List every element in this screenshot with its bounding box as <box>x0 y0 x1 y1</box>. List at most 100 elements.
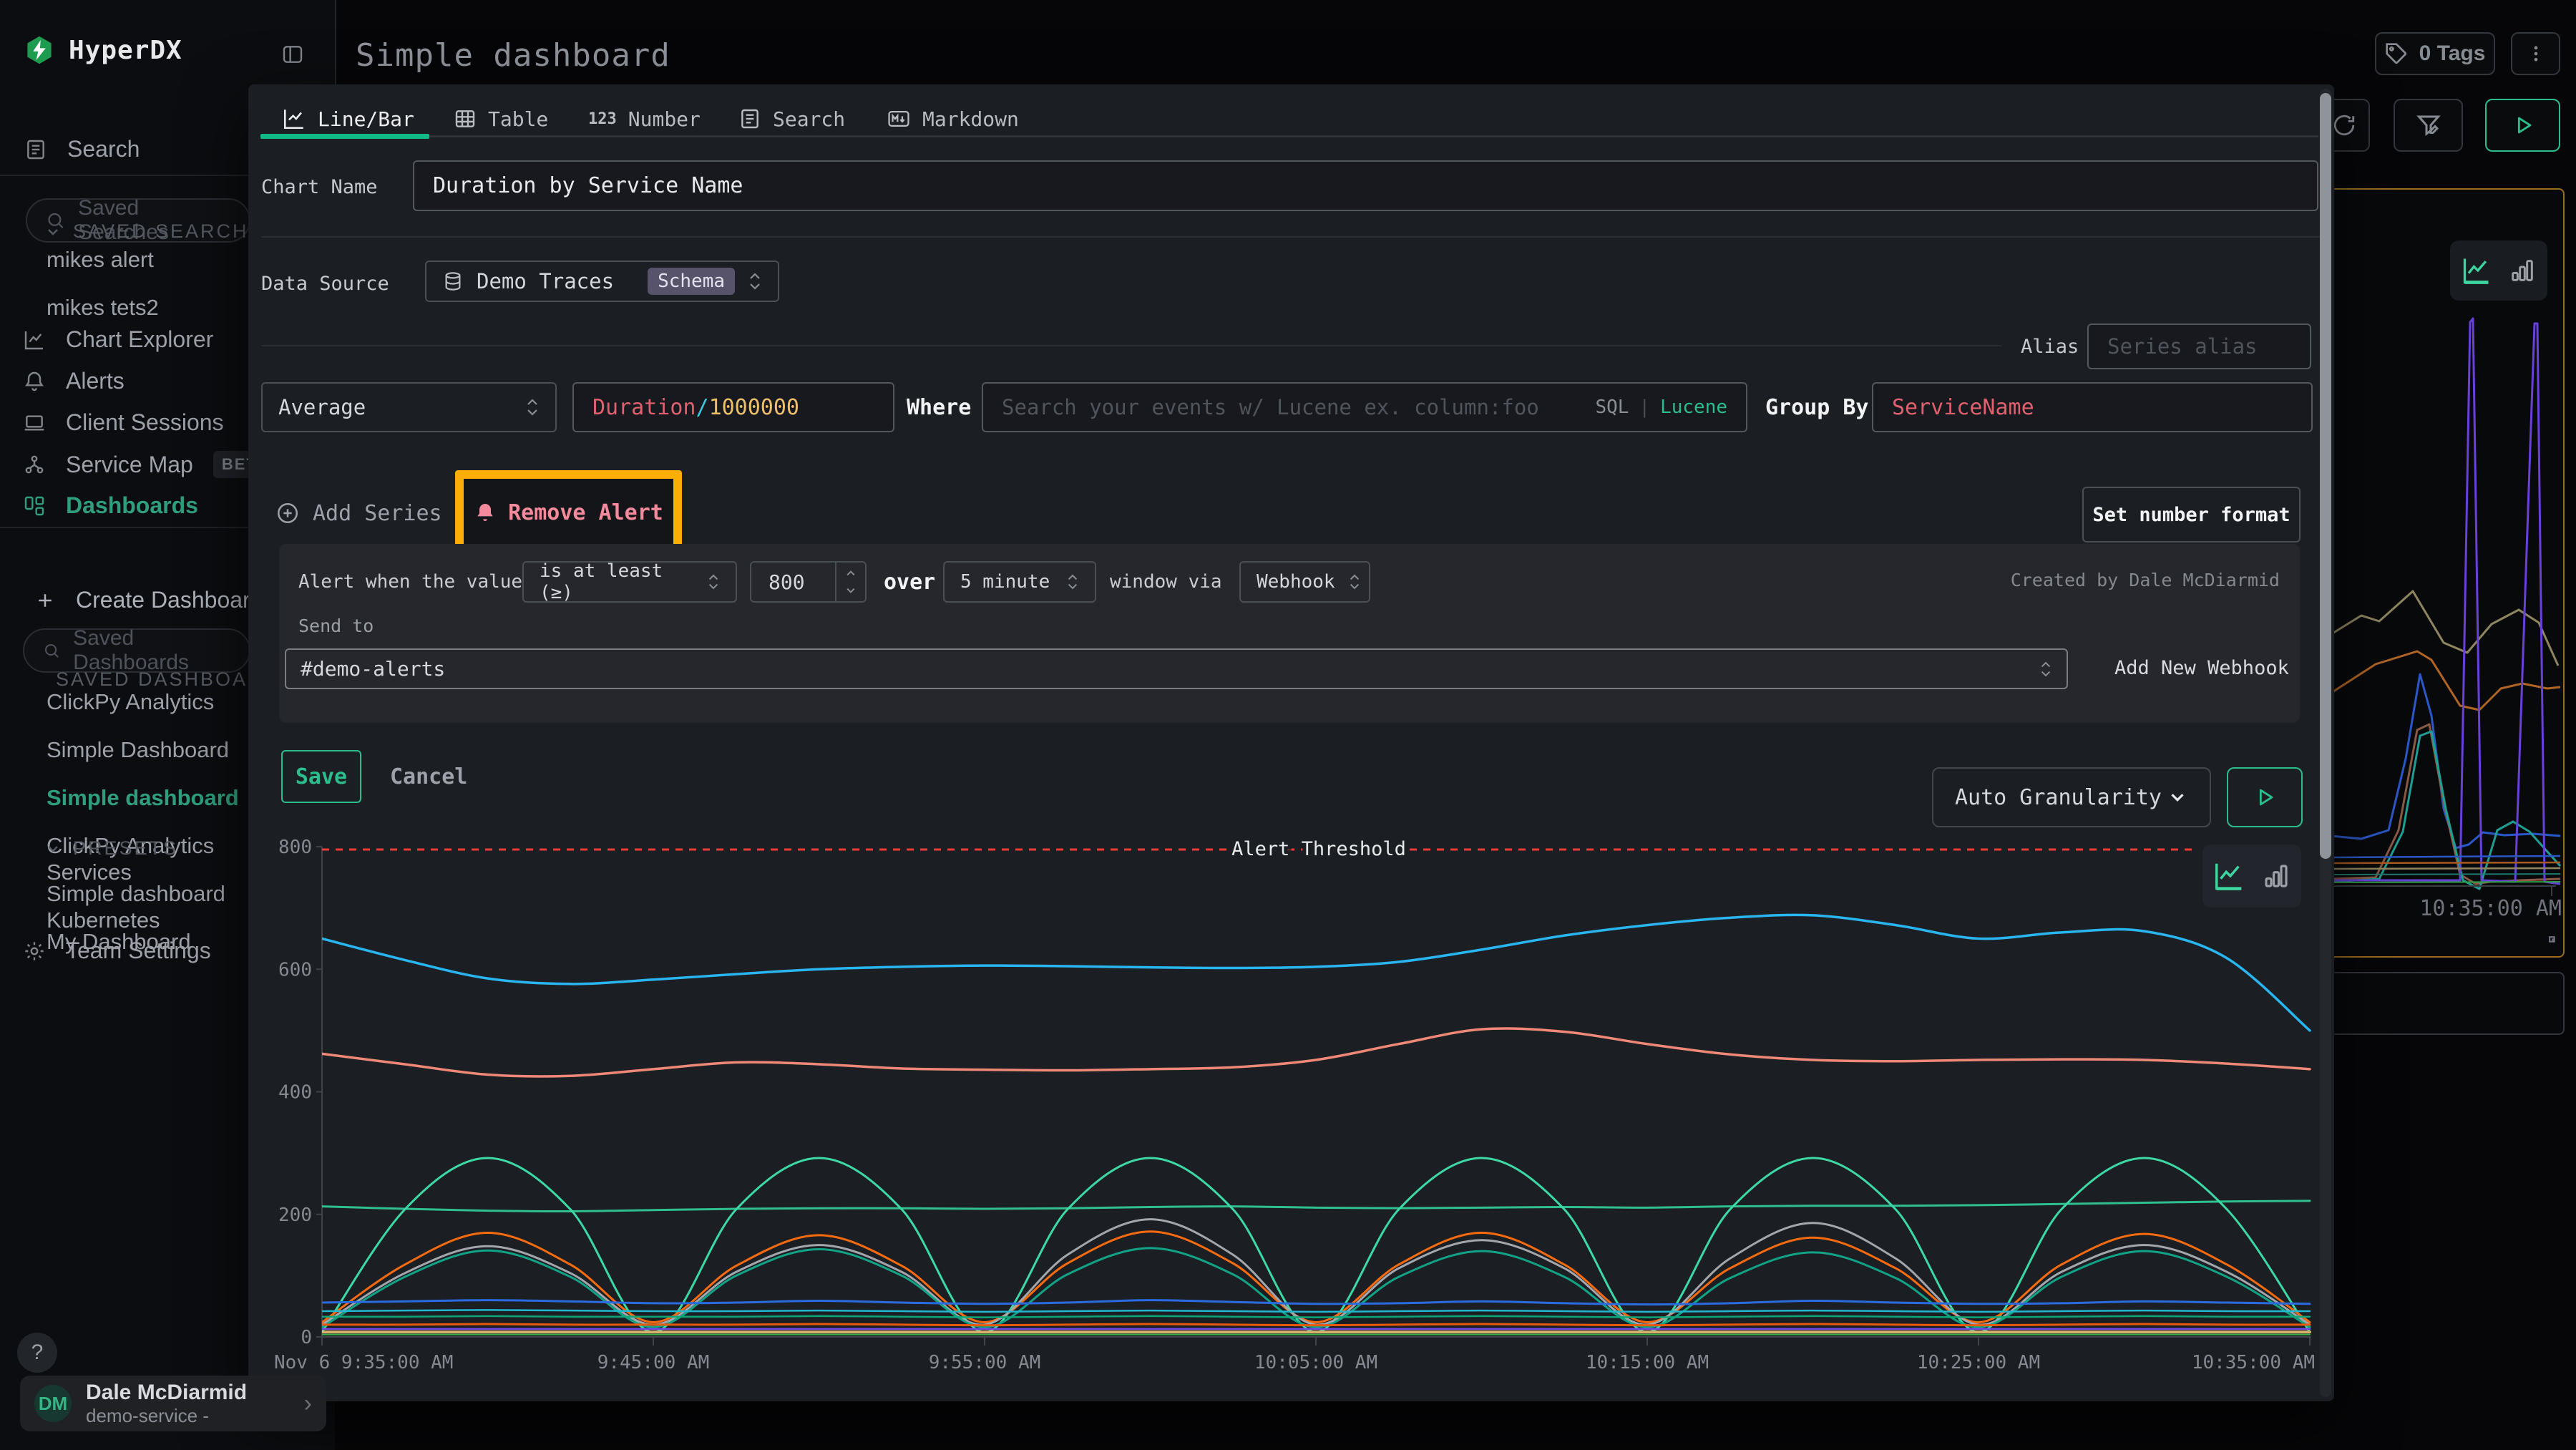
svg-text:10:25:00 AM: 10:25:00 AM <box>1917 1352 2040 1373</box>
data-source-label: Data Source <box>261 273 389 295</box>
presets-header[interactable]: PRESETS <box>44 837 178 860</box>
field-expression-input[interactable]: Duration/1000000 <box>572 382 894 432</box>
remove-alert-highlight: Remove Alert <box>455 470 682 555</box>
active-tab-underline <box>260 134 429 139</box>
plus-circle-icon <box>275 501 300 525</box>
aggregation-select[interactable]: Average <box>261 382 557 432</box>
preset-item[interactable]: Kubernetes <box>47 908 160 933</box>
background-chart-type-toggle[interactable] <box>2450 240 2547 301</box>
database-icon <box>442 271 464 292</box>
chart-type-toggle[interactable] <box>2202 845 2301 908</box>
sidebar-item-team-settings[interactable]: Team Settings <box>23 938 211 964</box>
saved-searches-header[interactable]: SAVED SEARCHES <box>44 220 279 243</box>
saved-dashboards-input[interactable]: Saved Dashboards <box>23 628 250 673</box>
svg-text:9:45:00 AM: 9:45:00 AM <box>597 1352 710 1373</box>
svg-text:10:05:00 AM: 10:05:00 AM <box>1254 1352 1377 1373</box>
run-query-button[interactable] <box>2227 767 2303 827</box>
data-source-select[interactable]: Demo Traces Schema <box>425 261 779 302</box>
add-new-webhook-button[interactable]: Add New Webhook <box>2114 657 2289 679</box>
play-icon <box>2253 785 2277 809</box>
add-series-button[interactable]: Add Series <box>275 490 442 537</box>
tab-table[interactable]: Table <box>454 100 548 137</box>
select-chevrons-icon <box>707 571 720 593</box>
sidebar-item-label: Search <box>67 136 140 162</box>
help-button[interactable]: ? <box>17 1333 57 1373</box>
alert-channel-select[interactable]: Webhook <box>1239 561 1370 603</box>
sidebar-item-search[interactable]: Search <box>24 136 140 162</box>
remove-alert-button[interactable]: Remove Alert <box>508 500 663 525</box>
saved-search-item[interactable]: mikes alert <box>47 248 159 272</box>
background-chart-x-label: 10:35:00 AM <box>2419 896 2562 921</box>
hyperdx-logo-icon <box>24 34 54 66</box>
alert-window-select[interactable]: 5 minute <box>943 561 1096 603</box>
list-doc-icon <box>738 107 761 130</box>
dashboard-list-item[interactable]: Simple dashboard <box>47 786 239 810</box>
sidebar-item-client-sessions[interactable]: Client Sessions <box>23 409 224 436</box>
alert-config-section: Alert when the value is at least (≥) 800… <box>279 544 2300 723</box>
stepper-down-icon[interactable] <box>845 585 857 595</box>
sidebar-item-chart-explorer[interactable]: Chart Explorer <box>23 326 213 353</box>
group-by-input[interactable]: ServiceName <box>1872 382 2313 432</box>
stepper-up-icon[interactable] <box>845 568 857 578</box>
tabs-track <box>429 135 2318 137</box>
saved-search-item[interactable]: mikes tets2 <box>47 296 159 320</box>
group-by-label: Group By <box>1765 382 1869 432</box>
panel-resize-handle[interactable] <box>2539 926 2557 945</box>
modal-scrollbar-thumb[interactable] <box>2320 93 2331 859</box>
line-chart-icon[interactable] <box>2212 860 2245 892</box>
send-to-select[interactable]: #demo-alerts <box>285 648 2068 689</box>
search-icon <box>43 641 60 661</box>
over-label: over <box>884 563 935 601</box>
saved-dashboards-header[interactable]: SAVED DASHBOARDS <box>44 668 252 691</box>
plus-icon <box>34 590 56 611</box>
svg-text:800: 800 <box>278 837 312 858</box>
cancel-button[interactable]: Cancel <box>390 750 467 803</box>
bar-chart-icon[interactable] <box>2508 256 2537 285</box>
laptop-icon <box>23 412 46 434</box>
dashboard-list-item[interactable]: ClickPy Analytics <box>47 690 239 714</box>
alert-prefix-label: Alert when the value <box>298 563 522 601</box>
alert-threshold-input[interactable]: 800 <box>750 561 867 603</box>
lucene-option[interactable]: Lucene <box>1660 396 1727 418</box>
series-alias-input[interactable]: Series alias <box>2087 323 2311 369</box>
where-label: Where <box>907 382 971 432</box>
tab-number[interactable]: 123 Number <box>588 100 701 137</box>
sidebar-collapse-icon[interactable] <box>281 43 304 66</box>
tab-markdown[interactable]: Markdown <box>887 100 1019 137</box>
set-number-format-button[interactable]: Set number format <box>2082 487 2301 542</box>
alert-preview-chart: 0200400600800Nov 6 9:35:00 AM9:45:00 AM9… <box>248 829 2334 1401</box>
select-chevrons-icon <box>1348 571 1361 593</box>
select-chevrons-icon <box>525 396 540 419</box>
sql-option[interactable]: SQL <box>1595 396 1629 418</box>
svg-text:600: 600 <box>278 959 312 981</box>
svg-text:400: 400 <box>278 1082 312 1104</box>
sidebar-item-dashboards[interactable]: Dashboards <box>23 492 198 519</box>
sidebar-item-alerts[interactable]: Alerts <box>23 368 125 394</box>
brand[interactable]: HyperDX <box>24 34 182 66</box>
sidebar-item-service-map[interactable]: Service Map BETA <box>23 451 278 478</box>
alert-condition-select[interactable]: is at least (≥) <box>522 561 737 603</box>
select-chevrons-icon <box>2039 658 2052 680</box>
bar-chart-icon[interactable] <box>2261 861 2291 891</box>
where-search-input[interactable]: Search your events w/ Lucene ex. column:… <box>982 382 1747 432</box>
send-to-label: Send to <box>298 615 374 636</box>
save-button[interactable]: Save <box>281 750 361 803</box>
chart-name-input[interactable]: Duration by Service Name <box>413 160 2318 211</box>
tab-search[interactable]: Search <box>738 100 845 137</box>
query-language-toggle[interactable]: SQL | Lucene <box>1595 396 1727 418</box>
preset-item[interactable]: Services <box>47 860 160 885</box>
chevron-down-icon <box>44 840 62 857</box>
svg-text:10:15:00 AM: 10:15:00 AM <box>1586 1352 1709 1373</box>
chevron-down-icon <box>2167 787 2188 808</box>
select-chevrons-icon <box>748 270 762 293</box>
tab-line-bar[interactable]: Line/Bar <box>282 100 414 137</box>
user-subtitle: demo-service - <box>86 1405 247 1426</box>
line-chart-icon[interactable] <box>2461 255 2492 286</box>
dashboard-list-item[interactable]: Simple Dashboard <box>47 738 239 762</box>
user-card[interactable]: DM Dale McDiarmid demo-service - › <box>20 1376 326 1431</box>
number-stepper[interactable] <box>835 563 865 601</box>
create-dashboard-button[interactable]: Create Dashboard <box>34 587 263 613</box>
chevron-right-icon: › <box>304 1390 312 1418</box>
granularity-select[interactable]: Auto Granularity <box>1932 767 2211 827</box>
svg-text:Nov 6 9:35:00 AM: Nov 6 9:35:00 AM <box>274 1352 453 1373</box>
